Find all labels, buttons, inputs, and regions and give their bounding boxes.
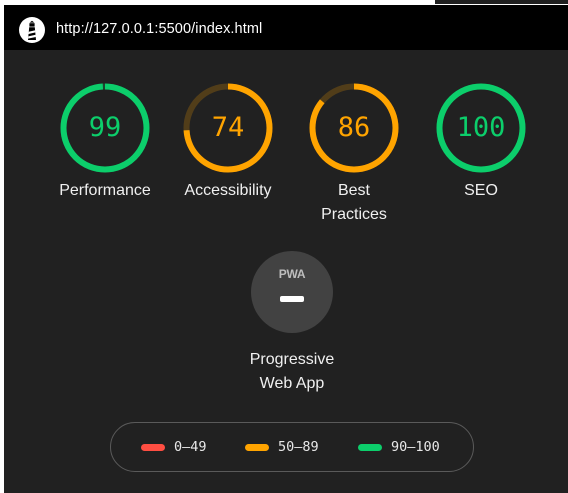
score-legend: 0–49 50–89 90–100: [110, 422, 474, 472]
gauge-seo[interactable]: 100: [436, 83, 526, 173]
legend-range: 50–89: [278, 439, 319, 455]
lighthouse-icon: [19, 17, 45, 43]
legend-item-pass: 90–100: [358, 423, 440, 471]
gauge-score: 74: [211, 112, 245, 143]
report-topbar: http://127.0.0.1:5500/index.html: [4, 5, 568, 50]
gauge-label-accessibility: Accessibility: [184, 182, 272, 199]
gauge-label-performance: Performance: [59, 182, 151, 199]
legend-swatch: [358, 443, 382, 451]
gauge-performance[interactable]: 99: [60, 83, 150, 173]
pwa-logo-text: PWA: [278, 267, 306, 281]
pwa-not-applicable-dash: [280, 296, 304, 302]
gauge-best-practices[interactable]: 86: [309, 83, 399, 173]
pwa-label: Progressive Web App: [249, 351, 335, 392]
lighthouse-report-panel: http://127.0.0.1:5500/index.html 99 Perf…: [4, 5, 568, 493]
report-url: http://127.0.0.1:5500/index.html: [56, 21, 263, 37]
gauge-score: 86: [337, 112, 371, 143]
window-edge-bar: [435, 0, 568, 4]
legend-item-fail: 0–49: [141, 423, 207, 471]
gauge-score: 99: [88, 112, 122, 143]
gauge-label-best-practices: Best Practices: [321, 182, 387, 223]
screenshot-frame: http://127.0.0.1:5500/index.html 99 Perf…: [0, 0, 568, 493]
gauge-accessibility[interactable]: 74: [183, 83, 273, 173]
gauge-score: 100: [456, 112, 506, 143]
legend-swatch: [141, 443, 165, 451]
legend-range: 0–49: [174, 439, 207, 455]
pwa-badge[interactable]: PWA: [251, 251, 333, 333]
legend-range: 90–100: [391, 439, 440, 455]
legend-swatch: [245, 443, 269, 451]
gauge-label-seo: SEO: [464, 182, 498, 199]
legend-item-average: 50–89: [245, 423, 319, 471]
